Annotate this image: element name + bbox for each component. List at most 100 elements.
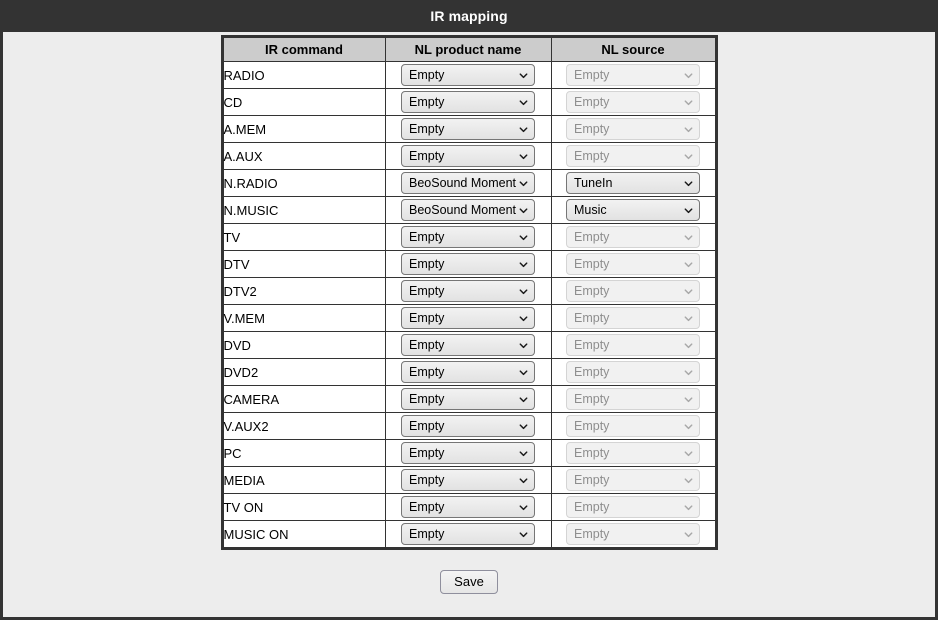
nl-source-value: Empty: [574, 68, 610, 82]
nl-source-select: Empty: [566, 523, 700, 545]
chevron-down-icon: [684, 477, 693, 483]
nl-source-select: Empty: [566, 469, 700, 491]
nl-product-name-cell: Empty: [384, 331, 552, 359]
nl-source-cell: Empty: [550, 223, 717, 251]
nl-product-name-select[interactable]: Empty: [401, 226, 535, 248]
ir-command-label: V.MEM: [221, 304, 386, 332]
nl-product-name-select[interactable]: Empty: [401, 388, 535, 410]
nl-product-name-select[interactable]: Empty: [401, 496, 535, 518]
chevron-down-icon: [684, 207, 693, 213]
nl-source-cell: Empty: [550, 115, 717, 143]
chevron-down-icon: [519, 234, 528, 240]
nl-product-name-select[interactable]: Empty: [401, 118, 535, 140]
nl-product-name-value: Empty: [409, 68, 445, 82]
nl-source-value: Music: [574, 203, 607, 217]
chevron-down-icon: [519, 153, 528, 159]
nl-product-name-select[interactable]: Empty: [401, 415, 535, 437]
page-title: IR mapping: [430, 8, 508, 24]
save-button[interactable]: Save: [440, 570, 498, 594]
nl-product-name-cell: BeoSound Moment: [384, 196, 552, 224]
nl-product-name-select[interactable]: BeoSound Moment: [401, 172, 535, 194]
nl-source-select[interactable]: Music: [566, 199, 700, 221]
chevron-down-icon: [684, 396, 693, 402]
nl-product-name-select[interactable]: BeoSound Moment: [401, 199, 535, 221]
table-row: CD Empty Empty: [221, 88, 717, 116]
nl-product-name-value: Empty: [409, 527, 445, 541]
nl-product-name-value: BeoSound Moment: [409, 176, 516, 190]
nl-product-name-select[interactable]: Empty: [401, 469, 535, 491]
nl-product-name-cell: Empty: [384, 358, 552, 386]
nl-source-value: Empty: [574, 392, 610, 406]
nl-product-name-value: Empty: [409, 257, 445, 271]
nl-source-select: Empty: [566, 145, 700, 167]
chevron-down-icon: [684, 72, 693, 78]
nl-product-name-value: Empty: [409, 338, 445, 352]
nl-source-cell: Empty: [550, 304, 717, 332]
ir-command-label: A.MEM: [221, 115, 386, 143]
nl-product-name-select[interactable]: Empty: [401, 334, 535, 356]
table-row: TV ON Empty Empty: [221, 493, 717, 521]
table-body: RADIO Empty Empty CD Empty Empty A.MEM Empty Emp…: [221, 61, 717, 549]
chevron-down-icon: [519, 396, 528, 402]
nl-product-name-select[interactable]: Empty: [401, 523, 535, 545]
ir-command-label: DTV2: [221, 277, 386, 305]
nl-product-name-cell: Empty: [384, 466, 552, 494]
nl-product-name-select[interactable]: Empty: [401, 307, 535, 329]
nl-source-cell: TuneIn: [550, 169, 717, 197]
column-header-nl-product-name: NL product name: [384, 36, 552, 62]
nl-source-select: Empty: [566, 307, 700, 329]
chevron-down-icon: [519, 369, 528, 375]
column-header-ir-command: IR command: [221, 36, 386, 62]
nl-source-value: Empty: [574, 338, 610, 352]
nl-product-name-select[interactable]: Empty: [401, 280, 535, 302]
table-header-row: IR command NL product name NL source: [221, 36, 717, 62]
nl-product-name-select[interactable]: Empty: [401, 91, 535, 113]
ir-command-label: N.MUSIC: [221, 196, 386, 224]
nl-source-cell: Empty: [550, 466, 717, 494]
nl-source-select[interactable]: TuneIn: [566, 172, 700, 194]
chevron-down-icon: [684, 504, 693, 510]
nl-product-name-select[interactable]: Empty: [401, 64, 535, 86]
chevron-down-icon: [684, 261, 693, 267]
ir-command-label: MEDIA: [221, 466, 386, 494]
nl-product-name-select[interactable]: Empty: [401, 253, 535, 275]
ir-mapping-table-wrapper: IR command NL product name NL source RAD…: [220, 35, 718, 550]
ir-command-label: CAMERA: [221, 385, 386, 413]
table-row: A.AUX Empty Empty: [221, 142, 717, 170]
chevron-down-icon: [684, 342, 693, 348]
nl-source-value: Empty: [574, 95, 610, 109]
nl-product-name-cell: Empty: [384, 115, 552, 143]
chevron-down-icon: [519, 72, 528, 78]
nl-product-name-select[interactable]: Empty: [401, 145, 535, 167]
chevron-down-icon: [684, 369, 693, 375]
nl-product-name-select[interactable]: Empty: [401, 361, 535, 383]
nl-source-value: Empty: [574, 257, 610, 271]
nl-product-name-select[interactable]: Empty: [401, 442, 535, 464]
nl-source-value: Empty: [574, 149, 610, 163]
ir-command-label: TV ON: [221, 493, 386, 521]
nl-product-name-cell: Empty: [384, 520, 552, 549]
table-row: N.MUSIC BeoSound Moment Music: [221, 196, 717, 224]
chevron-down-icon: [684, 180, 693, 186]
save-button-row: Save: [3, 570, 935, 594]
chevron-down-icon: [684, 531, 693, 537]
chevron-down-icon: [519, 207, 528, 213]
nl-source-cell: Empty: [550, 412, 717, 440]
chevron-down-icon: [684, 234, 693, 240]
nl-product-name-cell: Empty: [384, 88, 552, 116]
table-row: RADIO Empty Empty: [221, 61, 717, 89]
nl-source-value: Empty: [574, 230, 610, 244]
nl-source-value: Empty: [574, 473, 610, 487]
ir-mapping-table: IR command NL product name NL source RAD…: [220, 35, 718, 550]
nl-source-value: Empty: [574, 446, 610, 460]
nl-product-name-value: Empty: [409, 365, 445, 379]
table-row: CAMERA Empty Empty: [221, 385, 717, 413]
nl-source-cell: Empty: [550, 142, 717, 170]
table-row: DTV Empty Empty: [221, 250, 717, 278]
table-header: IR command NL product name NL source: [221, 36, 717, 62]
ir-mapping-window: IR mapping IR command NL product name NL…: [0, 0, 938, 620]
nl-source-select: Empty: [566, 226, 700, 248]
nl-source-select: Empty: [566, 118, 700, 140]
nl-product-name-value: Empty: [409, 149, 445, 163]
ir-command-label: DVD: [221, 331, 386, 359]
